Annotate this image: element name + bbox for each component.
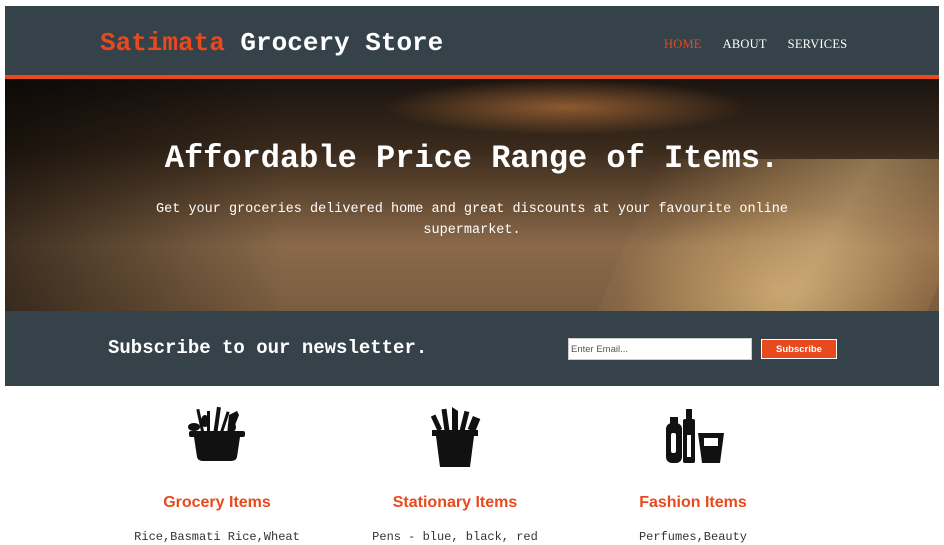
showcase-title: Affordable Price Range of Items. [164,140,780,177]
logo-highlight: Satimata [100,28,225,58]
showcase-banner: Affordable Price Range of Items. Get you… [5,79,939,311]
site-header: Satimata Grocery Store HOME ABOUT SERVIC… [5,6,939,79]
stationary-text: Pens - blue, black, red [372,530,538,544]
grocery-text: Rice,Basmati Rice,Wheat [134,530,300,544]
fashion-bottles-icon [666,409,724,463]
nav-services-link[interactable]: SERVICES [788,37,848,51]
newsletter-section: Subscribe to our newsletter. Subscribe [5,311,939,386]
site-logo[interactable]: Satimata Grocery Store [100,26,443,60]
stationary-box: Stationary Items Pens - blue, black, red [355,405,555,544]
subscribe-button[interactable]: Subscribe [761,339,837,359]
email-input[interactable] [568,338,752,360]
stationary-title: Stationary Items [392,494,518,511]
showcase-text: Get your groceries delivered home and gr… [156,202,788,238]
grocery-title: Grocery Items [163,494,271,511]
newsletter-heading: Subscribe to our newsletter. [108,337,428,359]
grocery-box: Grocery Items Rice,Basmati Rice,Wheat [117,405,317,544]
logo-text: Grocery Store [224,28,444,58]
main-nav: HOME ABOUT SERVICES [664,37,847,51]
fashion-title: Fashion Items [639,494,747,511]
nav-about-link[interactable]: ABOUT [723,37,767,51]
stationery-cup-icon [430,407,481,467]
grocery-basket-icon [188,406,245,461]
fashion-box: Fashion Items Perfumes,Beauty [593,405,793,544]
nav-home-link[interactable]: HOME [664,37,702,51]
banner-shade [5,79,285,311]
fashion-text: Perfumes,Beauty [638,530,748,544]
